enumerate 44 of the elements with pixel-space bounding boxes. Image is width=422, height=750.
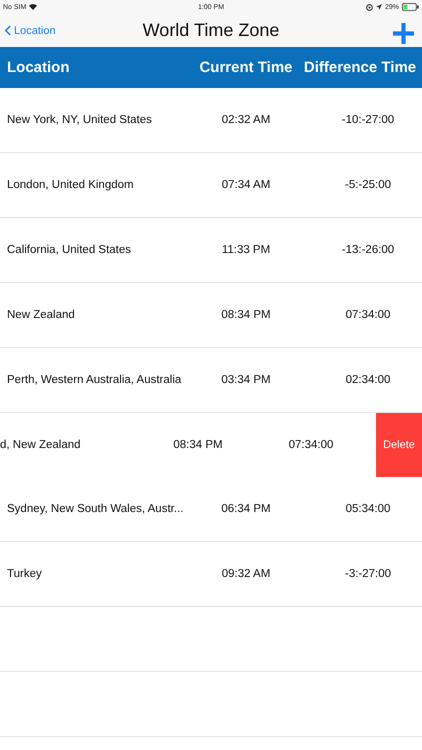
table-cell: 07:34:00 <box>288 439 334 451</box>
table-cell-text: California, United States <box>7 244 132 256</box>
screen-title: World Time Zone <box>142 20 280 41</box>
table-cell-text: 05:34:00 <box>344 503 390 515</box>
table-cell-text: New Zealand <box>7 309 76 321</box>
table-row[interactable]: Perth, Western Australia, Australia 03:34 PM 02:34:00 <box>0 348 422 413</box>
table-row[interactable]: d, New Zealand 08:34 PM 07:34:00 Delete <box>0 413 422 477</box>
table-cell-text: 07:34:00 <box>344 309 390 321</box>
column-header: Difference Time <box>302 59 416 76</box>
table-cell-text: 02:34:00 <box>344 374 390 386</box>
table-cell-text: Sydney, New South Wales, Austr... <box>7 503 184 515</box>
table-cell: 08:34 PM <box>173 439 223 451</box>
table-row[interactable]: New York, NY, United States 02:32 AM -10:-27:00 <box>0 88 422 153</box>
location-arrow-icon <box>376 4 382 10</box>
back-button[interactable]: Location <box>5 24 56 36</box>
table-row[interactable]: Turkey 09:32 AM -3:-27:00 <box>0 542 422 607</box>
table-cell-text: -5:-25:00 <box>344 179 392 191</box>
table-cell: 09:32 AM <box>222 568 270 580</box>
table-cell: 08:34 PM <box>221 309 271 321</box>
table-cell-text: -10:-27:00 <box>340 114 394 126</box>
table-row[interactable]: New Zealand 08:34 PM 07:34:00 <box>0 283 422 348</box>
table-cell: 07:34 AM <box>222 179 270 191</box>
lock-rotation-icon <box>366 4 373 10</box>
table-cell-text: d, New Zealand <box>0 439 82 451</box>
column-header: Location <box>7 59 70 76</box>
table-cell: 03:34 PM <box>221 374 271 386</box>
table-cell-text: -13:-26:00 <box>340 244 394 256</box>
table-cell-text: London, United Kingdom <box>7 179 135 191</box>
table-cell-text: Turkey <box>7 568 43 580</box>
table-cell: 06:34 PM <box>221 503 271 515</box>
column-header: Current Time <box>199 59 293 76</box>
add-icon[interactable] <box>393 23 414 44</box>
battery-icon <box>402 3 419 11</box>
delete-button[interactable]: Delete <box>376 413 422 477</box>
wifi-icon <box>29 4 38 10</box>
table-cell-text: -3:-27:00 <box>344 568 392 580</box>
table-cell: 02:32 AM <box>222 114 270 126</box>
table-cell-text: Perth, Western Australia, Australia <box>7 374 182 386</box>
table-row[interactable]: London, United Kingdom 07:34 AM -5:-25:00 <box>0 153 422 218</box>
table-row[interactable]: Sydney, New South Wales, Austr... 06:34 PM 05:34:00 <box>0 477 422 542</box>
back-chevron-icon[interactable] <box>5 25 11 36</box>
table-row[interactable]: California, United States 11:33 PM -13:-26:00 <box>0 218 422 283</box>
table-cell-text: New York, NY, United States <box>7 114 153 126</box>
table-cell: 11:33 PM <box>222 244 270 256</box>
